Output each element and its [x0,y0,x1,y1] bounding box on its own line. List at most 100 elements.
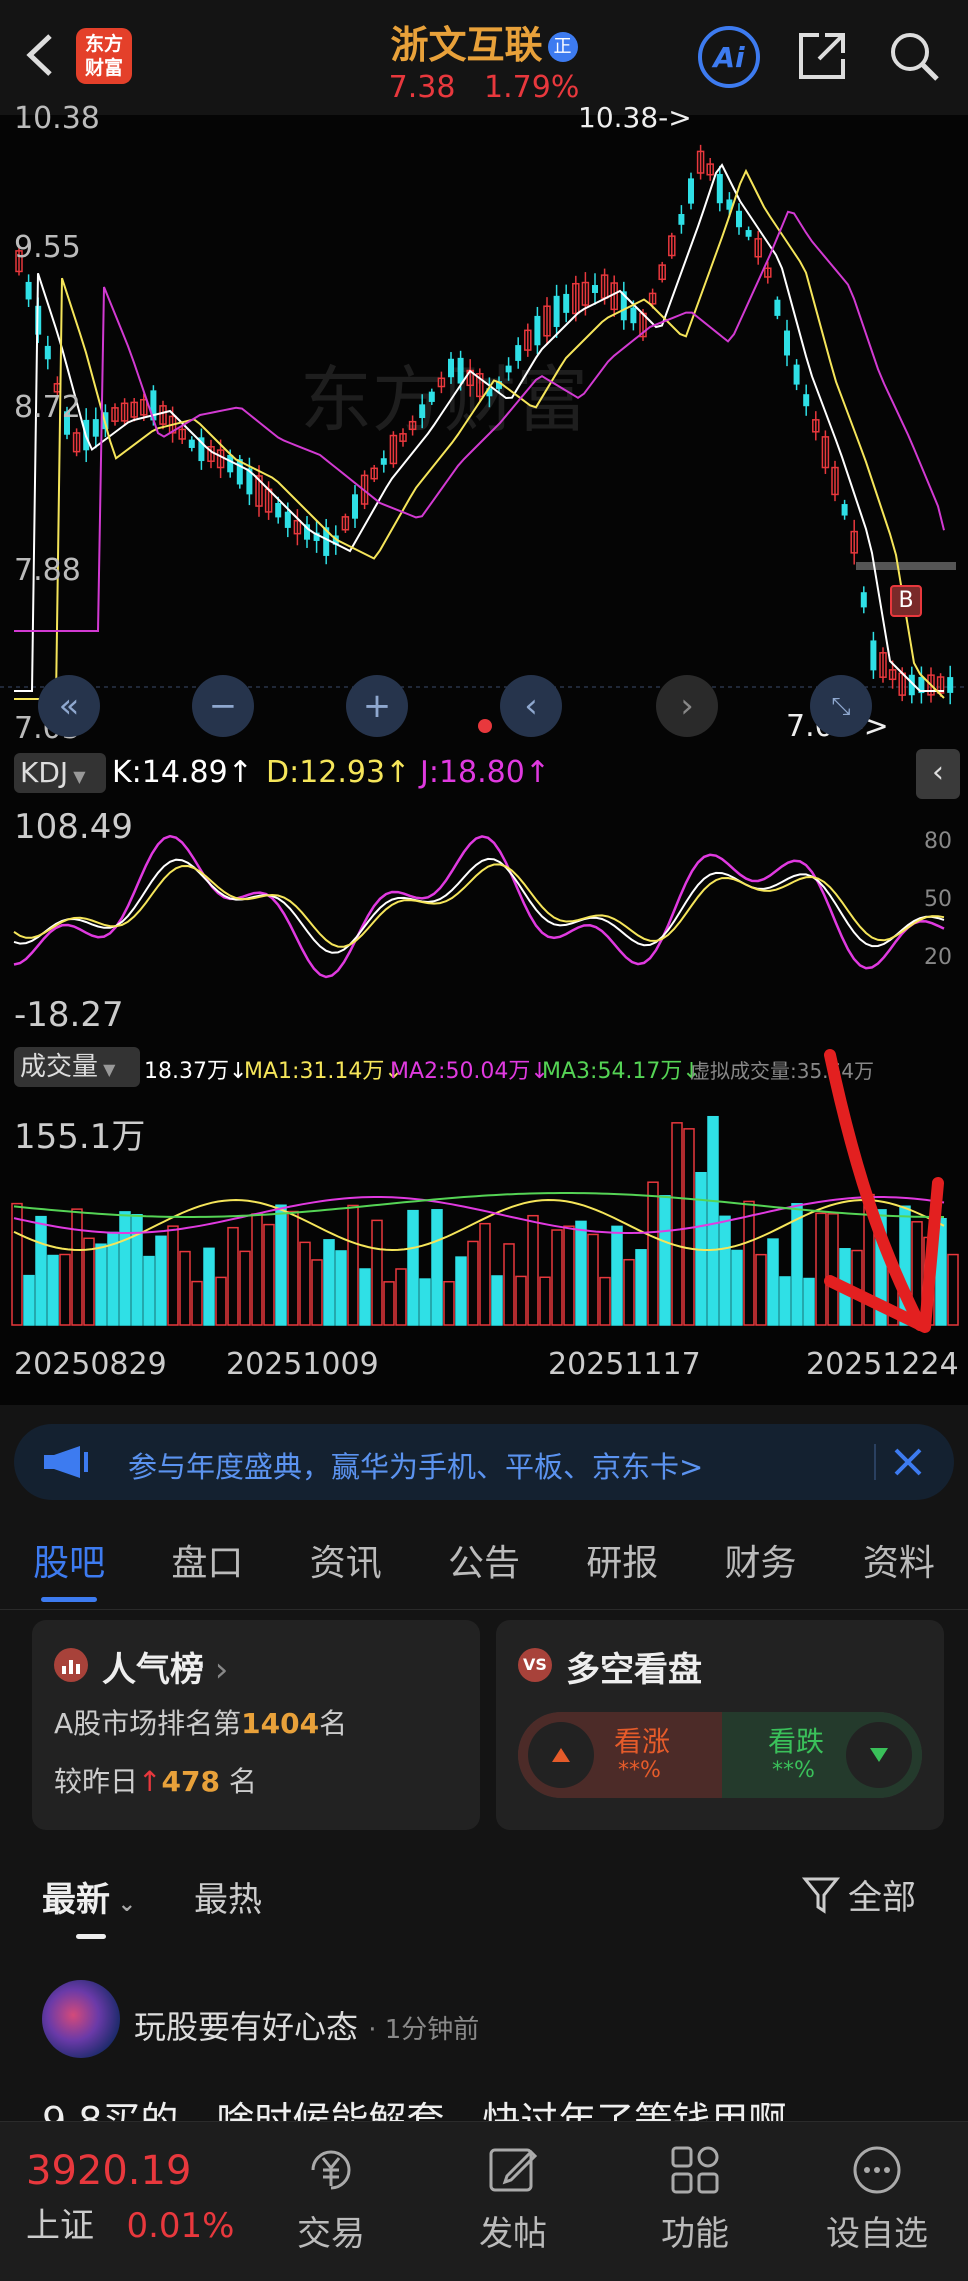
nav-trade[interactable]: 交易 [266,2142,396,2255]
volume-bar [575,1220,587,1326]
live-dot [478,719,492,733]
tab-news[interactable]: 资讯 [310,1534,382,1586]
volume-bar [71,1208,83,1326]
index-name: 上证 [26,2206,94,2246]
tab-finance[interactable]: 财务 [725,1534,797,1586]
watermark: 东方财富 [300,358,588,442]
candle [323,518,330,565]
volume-bar [599,1276,611,1326]
date-label-2: 20251009 [226,1347,379,1382]
kdj-selector[interactable]: KDJ ▼ [14,753,106,793]
avatar[interactable] [42,1980,120,2058]
nav-functions[interactable]: 功能 [630,2142,760,2255]
candle [879,647,887,683]
nav-add-watchlist[interactable]: 设自选 [812,2142,942,2255]
volume-bar [251,1213,263,1326]
post-author[interactable]: 玩股要有好心态 · 1分钟前 [134,2002,479,2048]
popularity-card[interactable]: 人气榜 › A股市场排名第1404名 较昨日↑478 名 [32,1620,480,1830]
volume-bar [143,1255,155,1326]
scroll-left-button[interactable]: ‹ [500,675,562,737]
volume-bar [263,1223,275,1326]
expand-panel-button[interactable]: ‹ [916,749,960,799]
ai-button[interactable]: Ai [698,26,760,88]
ai-label: Ai [713,40,745,74]
volume-bar [239,1250,251,1326]
triangle-down-icon [846,1722,912,1788]
volume-selector[interactable]: 成交量 ▼ [14,1047,140,1087]
kdj-level-50: 50 [924,887,952,912]
index-ticker[interactable]: 3920.19 上证 0.01% [26,2148,234,2247]
market-rank: A股市场排名第1404名 [54,1707,348,1740]
index-value: 3920.19 [26,2148,192,2194]
candle [793,359,800,391]
candle [543,297,551,345]
candle [111,403,119,426]
zoom-out-button[interactable]: − [192,675,254,737]
candle [803,384,810,416]
bear-pct: **% [772,1758,815,1783]
volume-bar [119,1211,131,1326]
search-icon [891,33,939,81]
edit-icon [489,2148,538,2192]
sort-latest[interactable]: 最新 ⌄ [42,1872,136,1921]
candle [380,450,387,473]
search-button[interactable] [884,26,944,86]
chart-area[interactable]: 东方财富 10.38 9.55 8.72 7.88 7.05 10.38-> 7… [0,101,968,1405]
volume-value: 18.37万↓ [144,1059,248,1084]
candle [553,284,560,338]
kdj-k-value: K:14.89↑ [112,755,253,790]
price-axis-top: 10.38 [14,101,100,136]
candle [304,516,310,548]
volume-bar [647,1181,659,1326]
fullscreen-button[interactable]: ⤡ [810,675,872,737]
candle [696,144,705,180]
nav-post[interactable]: 发帖 [448,2142,578,2255]
rank-change: 较昨日↑478 名 [54,1765,257,1798]
volume-bar [167,1225,179,1326]
promo-banner[interactable]: 参与年度盛典，赢华为手机、平板、京东卡> [14,1424,954,1500]
volume-bar [347,1204,359,1326]
volume-bar [707,1115,719,1326]
candle [159,400,167,430]
volume-max-label: 155.1万 [14,1117,146,1157]
volume-bar [311,1259,323,1326]
candle [524,323,532,357]
candle [658,261,666,283]
share-button[interactable] [792,26,852,86]
volume-ma3: MA3:54.17万↓ [542,1059,701,1084]
more-icon [853,2146,901,2194]
volume-bar [635,1249,647,1326]
sort-hot[interactable]: 最热 [194,1872,262,1921]
scroll-far-left-button[interactable]: « [38,675,100,737]
tab-guba[interactable]: 股吧 [33,1534,105,1602]
candle [44,335,51,370]
volume-bar [587,1233,599,1326]
volume-bar [275,1204,287,1326]
peak-price-marker: 10.38-> [578,101,692,134]
candle [198,428,205,470]
index-change: 0.01% [126,2206,235,2246]
volume-bar [551,1229,563,1326]
volume-bar [455,1256,467,1326]
yen-icon [311,2150,351,2190]
filter-button[interactable]: 全部 [802,1870,916,1919]
scroll-right-button[interactable]: › [656,675,718,737]
tab-research[interactable]: 研报 [586,1534,658,1586]
volume-bar [383,1281,395,1326]
close-icon[interactable] [888,1442,928,1482]
tab-announcements[interactable]: 公告 [448,1534,520,1586]
volume-ma2: MA2:50.04万↓ [390,1059,549,1084]
tab-pankou[interactable]: 盘口 [171,1534,243,1586]
volume-bar [659,1195,671,1326]
volume-bar [731,1249,743,1326]
volume-bar [467,1240,479,1326]
volume-bar [407,1209,419,1326]
candle [592,273,598,305]
volume-bar [539,1276,551,1326]
candle [860,586,867,614]
volume-bar [395,1268,407,1326]
tab-profile[interactable]: 资料 [863,1534,935,1586]
volume-ma1: MA1:31.14万↓ [244,1059,403,1084]
candlestick-chart[interactable]: 东方财富 [0,115,968,745]
zoom-in-button[interactable]: + [346,675,408,737]
